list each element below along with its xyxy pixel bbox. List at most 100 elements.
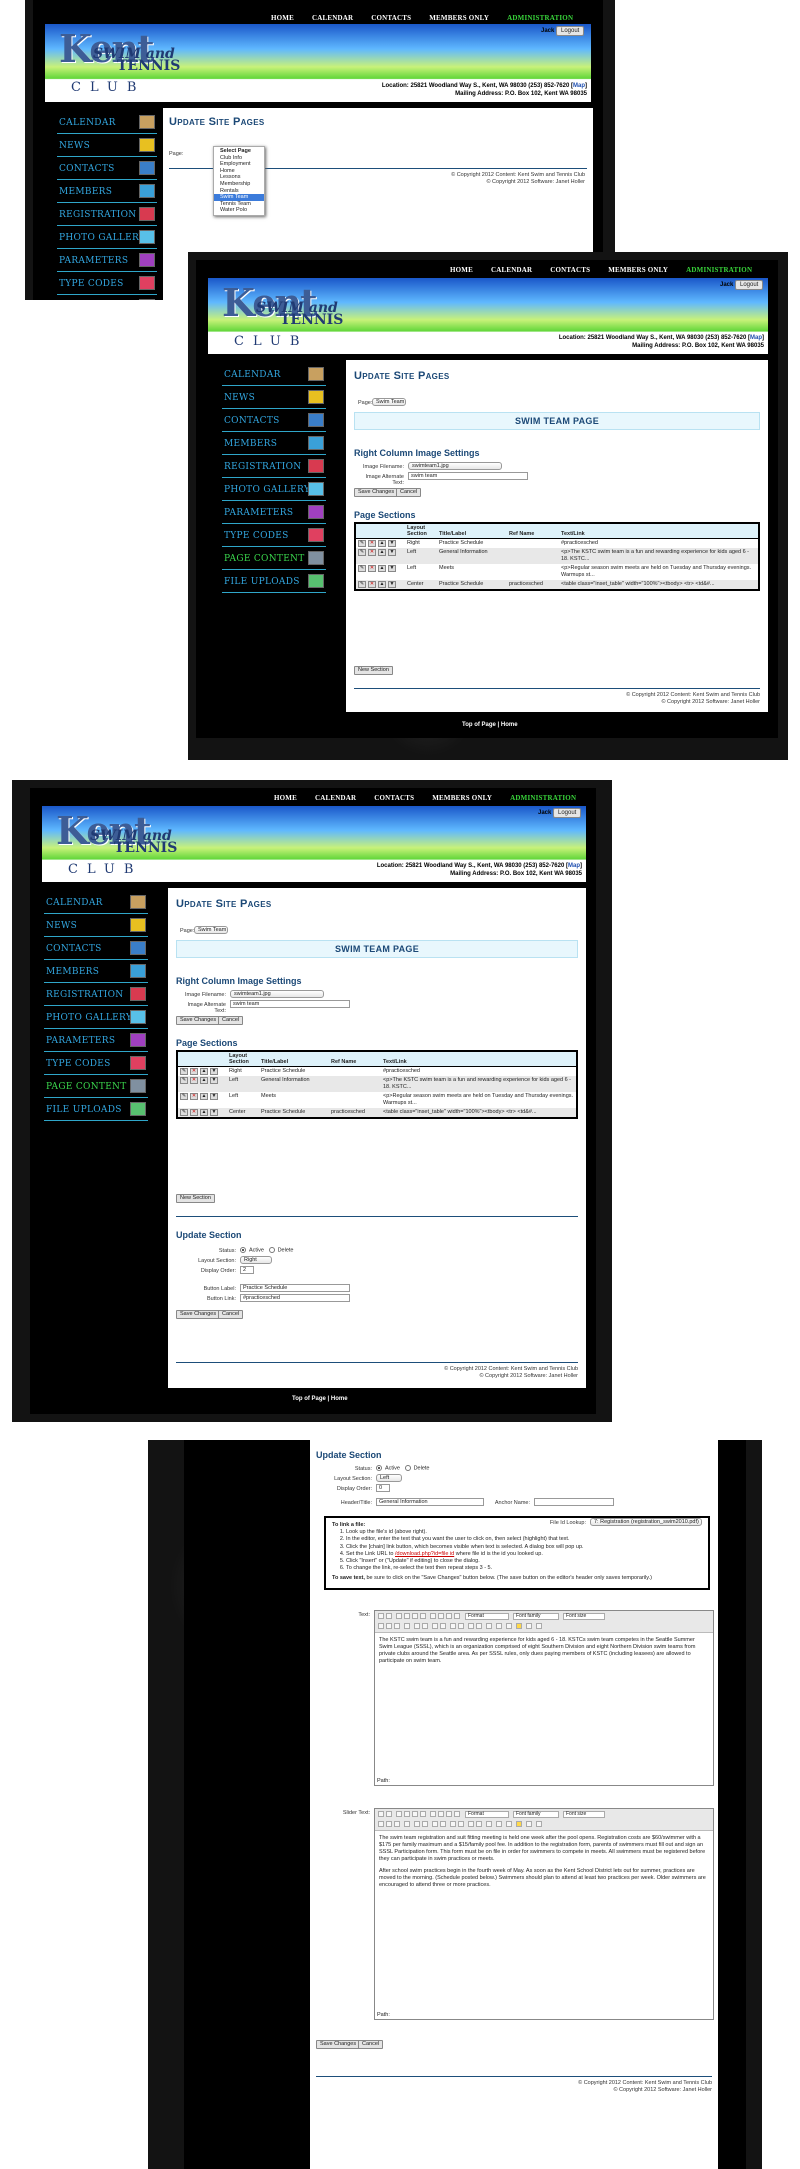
logout-button[interactable]: Logout <box>556 26 585 36</box>
layout-section-select[interactable]: Left <box>376 1474 402 1482</box>
edit-icon[interactable]: ✎ <box>180 1077 188 1084</box>
font-size-select[interactable]: Font size <box>563 1811 605 1818</box>
club-logo[interactable]: Kent SWIM and TENNIS CLUB <box>216 280 356 350</box>
align-left-icon[interactable] <box>430 1613 436 1619</box>
preview-icon[interactable] <box>536 1623 542 1629</box>
number-list-icon[interactable] <box>422 1821 428 1827</box>
save-icon[interactable] <box>378 1613 384 1619</box>
table-row[interactable]: ✎ ✕ ▲ ▼ Left Meets <p>Regular season swim meet… <box>355 564 759 580</box>
image-icon[interactable] <box>486 1821 492 1827</box>
up-arrow-icon[interactable]: ▲ <box>200 1109 208 1116</box>
delete-icon[interactable]: ✕ <box>190 1109 198 1116</box>
logout-button[interactable]: Logout <box>735 280 764 290</box>
up-arrow-icon[interactable]: ▲ <box>378 549 386 556</box>
nav-members-only[interactable]: MEMBERS ONLY <box>429 14 489 22</box>
nav-calendar[interactable]: CALENDAR <box>312 14 353 22</box>
edit-icon[interactable]: ✎ <box>180 1093 188 1100</box>
sidebar-item-contacts[interactable]: CONTACTS <box>222 410 326 432</box>
sidebar-item-parameters[interactable]: PARAMETERS <box>44 1030 148 1052</box>
sidebar-item-page-content[interactable]: PAGE CONTENT <box>44 1076 148 1098</box>
delete-icon[interactable]: ✕ <box>368 581 376 588</box>
media-icon[interactable] <box>526 1821 532 1827</box>
align-right-icon[interactable] <box>446 1811 452 1817</box>
table-row[interactable]: ✎ ✕ ▲ ▼ Left General Information <p>The KSTC s… <box>177 1076 577 1092</box>
up-arrow-icon[interactable]: ▲ <box>200 1093 208 1100</box>
sidebar-item-contacts[interactable]: CONTACTS <box>44 938 148 960</box>
club-logo[interactable]: Kent SWIM and TENNIS CLUB <box>53 26 193 96</box>
sidebar-item-page-content[interactable]: PAGE CONTENT <box>57 296 157 300</box>
font-size-select[interactable]: Font size <box>563 1613 605 1620</box>
delete-icon[interactable]: ✕ <box>368 565 376 572</box>
down-arrow-icon[interactable]: ▼ <box>210 1077 218 1084</box>
bullet-list-icon[interactable] <box>414 1623 420 1629</box>
format-select[interactable]: Format <box>465 1613 509 1620</box>
code-icon[interactable] <box>496 1821 502 1827</box>
cancel-button[interactable]: Cancel <box>218 1310 244 1319</box>
outdent-icon[interactable] <box>432 1821 438 1827</box>
table-row[interactable]: ✎ ✕ ▲ ▼ Right Practice Schedule #practicesched <box>355 539 759 549</box>
nav-administration[interactable]: ADMINISTRATION <box>686 266 752 274</box>
dropdown-option[interactable]: Home <box>214 168 264 175</box>
sidebar-item-news[interactable]: NEWS <box>44 915 148 937</box>
redo-icon[interactable] <box>458 1821 464 1827</box>
dropdown-option[interactable]: Select Page <box>214 148 264 155</box>
link-icon[interactable] <box>468 1623 474 1629</box>
edit-icon[interactable]: ✎ <box>358 549 366 556</box>
bold-icon[interactable] <box>396 1811 402 1817</box>
up-arrow-icon[interactable]: ▲ <box>200 1077 208 1084</box>
radio-delete[interactable] <box>268 1247 275 1253</box>
sidebar-item-photo-gallery[interactable]: PHOTO GALLERY <box>222 479 326 501</box>
home-link[interactable]: Home <box>331 1396 348 1402</box>
copy-icon[interactable] <box>386 1821 392 1827</box>
table-row[interactable]: ✎ ✕ ▲ ▼ Right Practice Schedule #practicesched <box>177 1067 577 1077</box>
new-section-button[interactable]: New Section <box>176 1194 215 1203</box>
map-link[interactable]: Map <box>750 335 762 341</box>
sidebar-item-members[interactable]: MEMBERS <box>44 961 148 983</box>
down-arrow-icon[interactable]: ▼ <box>210 1093 218 1100</box>
dropdown-option[interactable]: Employment <box>214 161 264 168</box>
cancel-button[interactable]: Cancel <box>396 488 422 497</box>
page-select[interactable]: Swim Team <box>372 398 406 406</box>
save-icon[interactable] <box>378 1811 384 1817</box>
strike-icon[interactable] <box>420 1811 426 1817</box>
delete-icon[interactable]: ✕ <box>190 1077 198 1084</box>
anchor-name-input[interactable] <box>534 1498 614 1506</box>
file-id-lookup-select[interactable]: 7: Registration (registration_swim2010.p… <box>590 1518 702 1526</box>
nav-home[interactable]: HOME <box>274 794 297 802</box>
strike-icon[interactable] <box>420 1613 426 1619</box>
nav-members-only[interactable]: MEMBERS ONLY <box>432 794 492 802</box>
cut-icon[interactable] <box>378 1623 384 1629</box>
edit-icon[interactable]: ✎ <box>180 1109 188 1116</box>
text-editor[interactable]: Format Font family Font size The KSTC sw… <box>374 1610 714 1786</box>
align-right-icon[interactable] <box>446 1613 452 1619</box>
sidebar-item-parameters[interactable]: PARAMETERS <box>57 250 157 272</box>
club-logo[interactable]: Kent SWIM and TENNIS CLUB <box>50 808 190 878</box>
smiley-icon[interactable] <box>516 1821 522 1827</box>
up-arrow-icon[interactable]: ▲ <box>200 1068 208 1075</box>
up-arrow-icon[interactable]: ▲ <box>378 581 386 588</box>
sidebar-item-registration[interactable]: REGISTRATION <box>44 984 148 1006</box>
down-arrow-icon[interactable]: ▼ <box>210 1068 218 1075</box>
justify-icon[interactable] <box>454 1613 460 1619</box>
undo-icon[interactable] <box>450 1623 456 1629</box>
save-changes-button[interactable]: Save Changes <box>354 488 399 497</box>
bullet-list-icon[interactable] <box>414 1821 420 1827</box>
radio-active[interactable] <box>376 1465 382 1471</box>
image-filename-select[interactable]: swimteam1.jpg <box>408 462 502 470</box>
slider-editor-content[interactable]: The swim team registration and suit fitt… <box>379 1835 709 1889</box>
image-icon[interactable] <box>486 1623 492 1629</box>
edit-icon[interactable]: ✎ <box>358 540 366 547</box>
text-editor-content[interactable]: The KSTC swim team is a fun and rewardin… <box>379 1637 709 1665</box>
nav-administration[interactable]: ADMINISTRATION <box>507 14 573 22</box>
sidebar-item-type-codes[interactable]: TYPE CODES <box>222 525 326 547</box>
page-select[interactable]: Swim Team <box>194 926 228 934</box>
sidebar-item-photo-gallery[interactable]: PHOTO GALLERY <box>44 1007 148 1029</box>
new-section-button[interactable]: New Section <box>354 666 393 675</box>
sidebar-item-calendar[interactable]: CALENDAR <box>57 112 157 134</box>
map-link[interactable]: Map <box>568 863 580 869</box>
redo-icon[interactable] <box>458 1623 464 1629</box>
slider-text-editor[interactable]: Format Font family Font size The swim te… <box>374 1808 714 2020</box>
image-filename-select[interactable]: swimteam1.jpg <box>230 990 324 998</box>
save-changes-button[interactable]: Save Changes <box>176 1016 221 1025</box>
nav-contacts[interactable]: CONTACTS <box>371 14 411 22</box>
